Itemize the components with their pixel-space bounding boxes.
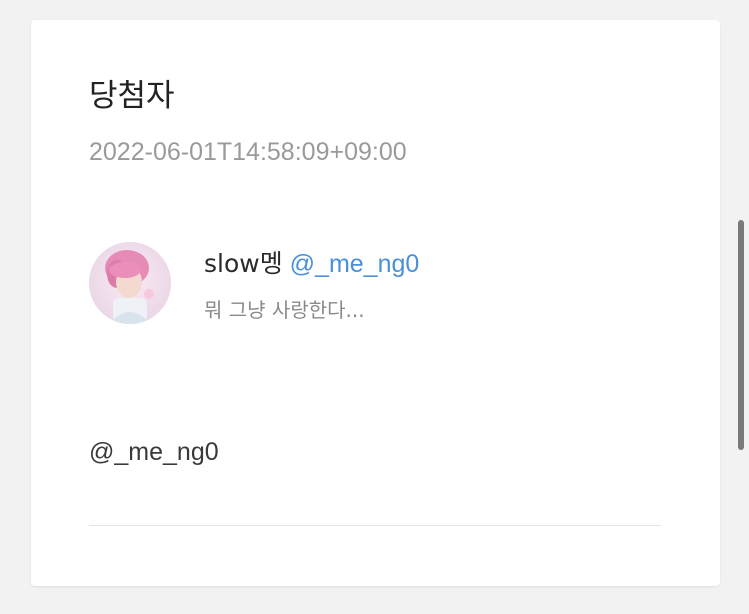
- user-handle-link[interactable]: @_me_ng0: [290, 250, 420, 278]
- mention-text: @_me_ng0: [89, 438, 219, 466]
- display-name: slow멩: [204, 249, 283, 278]
- avatar[interactable]: [89, 242, 171, 324]
- timestamp: 2022-06-01T14:58:09+09:00: [89, 138, 407, 166]
- user-line: slow멩 @_me_ng0: [204, 248, 419, 280]
- user-bio: 뭐 그냥 사랑한다...: [204, 298, 365, 322]
- divider: [89, 525, 661, 526]
- avatar-image: [89, 242, 171, 324]
- card-title: 당첨자: [89, 78, 175, 114]
- scrollbar[interactable]: [738, 220, 744, 450]
- winner-card: 당첨자 2022-06-01T14:58:09+09:00 slow멩 @_me…: [31, 20, 720, 586]
